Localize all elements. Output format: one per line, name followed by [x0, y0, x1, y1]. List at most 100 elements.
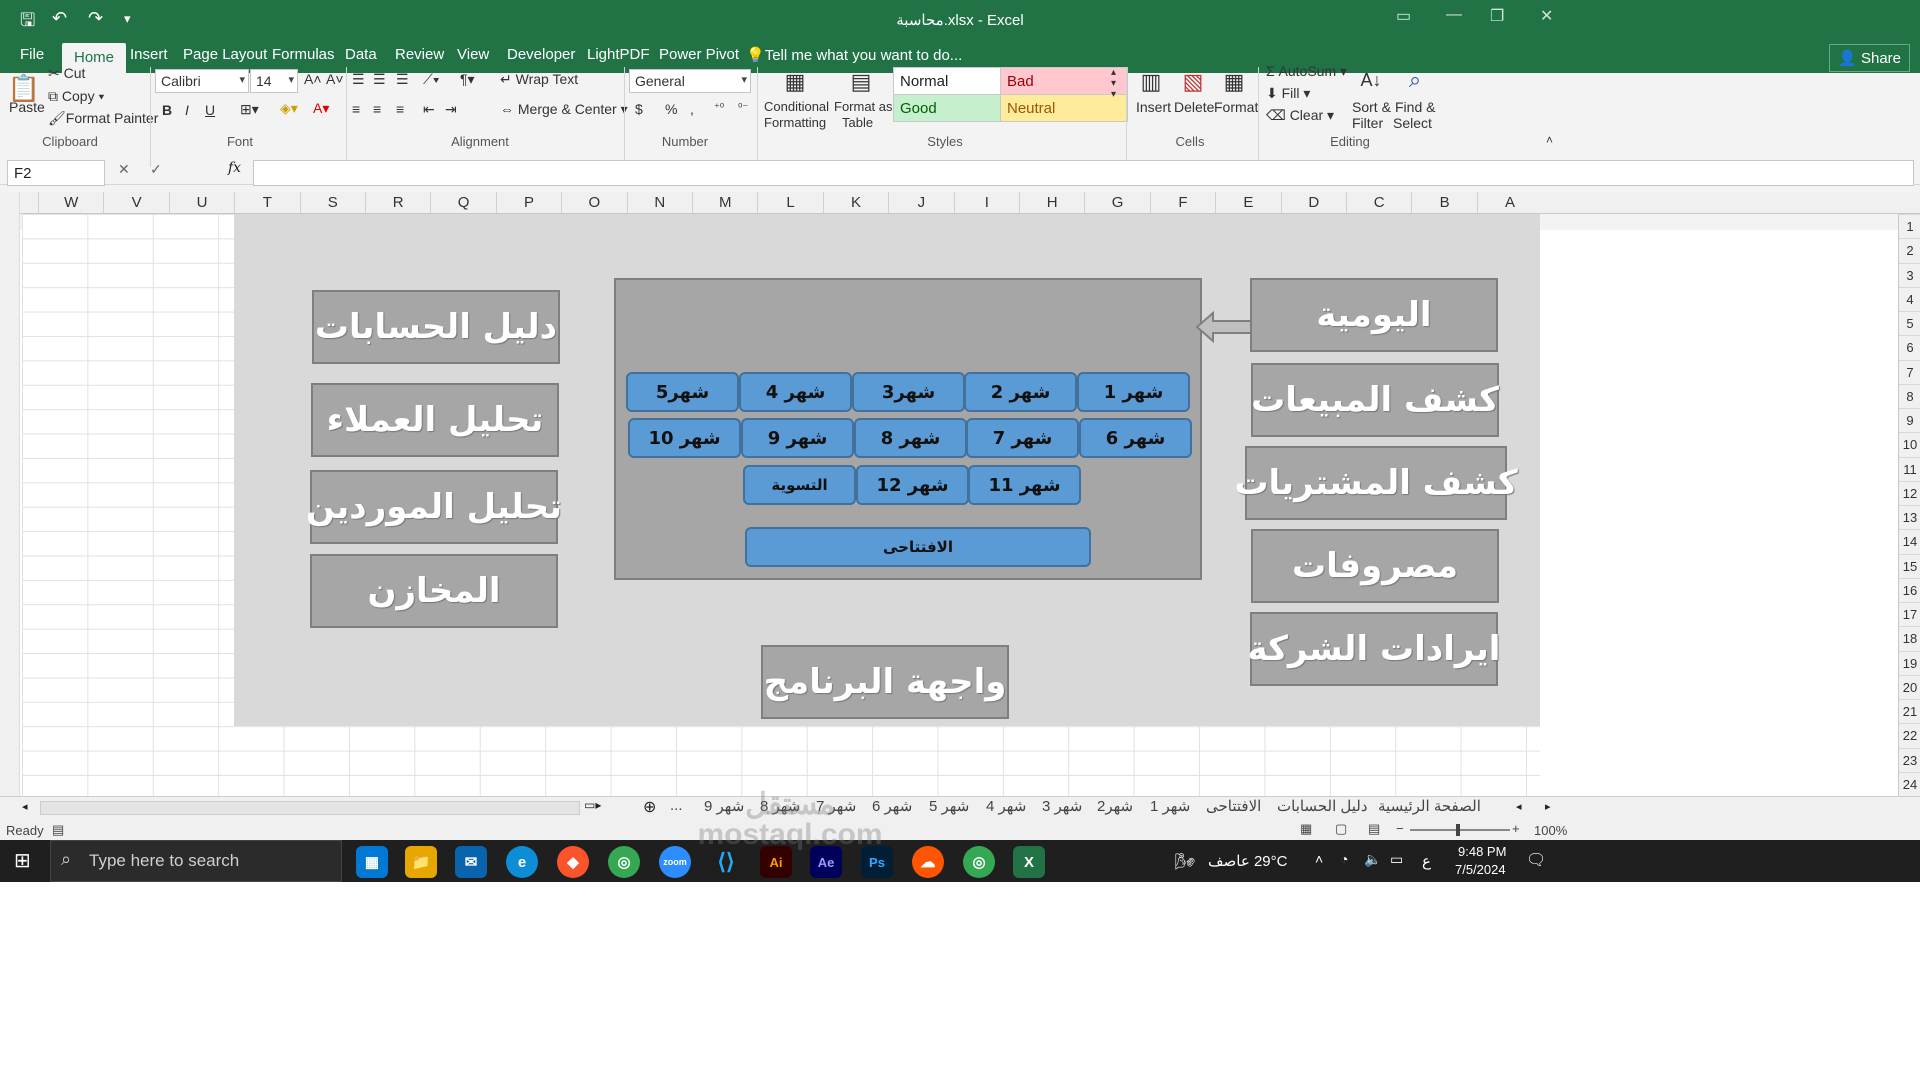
customers-analysis-button[interactable]: تحليل العملاء: [311, 383, 559, 457]
month-2-button[interactable]: شهر 2: [964, 372, 1077, 412]
clear-button[interactable]: ⌫ Clear ▾: [1266, 107, 1334, 124]
row-header[interactable]: 9: [1899, 408, 1920, 432]
minimize-icon[interactable]: —: [1446, 6, 1462, 24]
tab-formulas[interactable]: Formulas: [272, 46, 335, 63]
column-header[interactable]: J: [888, 192, 953, 214]
column-header[interactable]: E: [1215, 192, 1280, 214]
copy-button[interactable]: ⧉ Copy ▾: [48, 88, 104, 105]
format-painter-button[interactable]: 🖌Format Painter: [48, 110, 158, 127]
conditional-formatting-icon[interactable]: ▦: [780, 67, 810, 97]
column-header[interactable]: I: [953, 192, 1019, 214]
insert-cells-icon[interactable]: ▥: [1136, 67, 1166, 97]
currency-button[interactable]: $: [635, 101, 643, 117]
excel-icon[interactable]: X: [1013, 846, 1045, 878]
row-header[interactable]: 12: [1899, 480, 1920, 505]
row-header[interactable]: 4: [1899, 286, 1920, 311]
font-size-select[interactable]: 14: [250, 69, 298, 93]
battery-icon[interactable]: ▭: [1390, 851, 1403, 868]
find-select-icon[interactable]: ⌕: [1400, 65, 1430, 95]
column-header[interactable]: L: [757, 192, 822, 214]
sheet-tab-more[interactable]: ...: [670, 797, 683, 814]
font-name-select[interactable]: Calibri: [155, 69, 249, 93]
soundcloud-icon[interactable]: ☁: [912, 846, 944, 878]
align-middle-icon[interactable]: ☰: [373, 71, 386, 88]
row-header[interactable]: 15: [1899, 553, 1920, 578]
company-revenues-button[interactable]: ايرادات الشركة: [1248, 612, 1500, 686]
text-direction-icon[interactable]: ¶▾: [460, 71, 475, 88]
tab-page-layout[interactable]: Page Layout: [183, 46, 267, 63]
close-icon[interactable]: ✕: [1540, 6, 1553, 26]
macro-record-icon[interactable]: ▤: [52, 822, 64, 838]
column-header[interactable]: V: [103, 192, 168, 214]
column-header[interactable]: G: [1084, 192, 1149, 214]
normal-view-icon[interactable]: ▦: [1300, 821, 1312, 837]
tab-insert[interactable]: Insert: [130, 46, 168, 63]
row-header[interactable]: 10: [1899, 432, 1920, 456]
journal-button[interactable]: اليومية: [1250, 278, 1498, 352]
row-header[interactable]: 22: [1899, 723, 1920, 747]
page-break-view-icon[interactable]: ▤: [1368, 821, 1380, 837]
cancel-icon[interactable]: ✕: [118, 161, 130, 178]
style-neutral[interactable]: Neutral: [1000, 94, 1128, 122]
sort-filter-icon[interactable]: A↓: [1356, 65, 1386, 95]
row-header[interactable]: 18: [1899, 626, 1920, 650]
column-header[interactable]: M: [692, 192, 757, 214]
tab-lightpdf[interactable]: LightPDF: [587, 46, 650, 63]
column-header[interactable]: P: [495, 192, 561, 214]
fill-button[interactable]: ⬇ Fill ▾: [1266, 85, 1310, 102]
row-header[interactable]: 24: [1899, 771, 1920, 796]
borders-icon[interactable]: ⊞▾: [240, 101, 259, 118]
row-header[interactable]: 11: [1899, 456, 1920, 481]
windows-start-icon[interactable]: ⊞: [14, 848, 31, 873]
row-header[interactable]: 1: [1899, 214, 1920, 238]
increase-indent-icon[interactable]: ⇥: [445, 101, 457, 118]
underline-button[interactable]: U: [205, 102, 215, 118]
tab-developer[interactable]: Developer: [507, 46, 575, 63]
find-select-button[interactable]: Find &: [1395, 99, 1435, 115]
month-8-button[interactable]: شهر 8: [854, 418, 967, 458]
sheet-tab-month-1[interactable]: شهر 1: [1150, 797, 1190, 815]
suppliers-analysis-button[interactable]: تحليل الموردين: [306, 470, 562, 544]
settlement-button[interactable]: التسوية: [743, 465, 856, 505]
tab-data[interactable]: Data: [345, 46, 377, 63]
zoom-slider-thumb[interactable]: [1456, 824, 1460, 836]
column-header[interactable]: K: [822, 192, 888, 214]
month-6-button[interactable]: شهر 6: [1079, 418, 1192, 458]
autosum-button[interactable]: Σ AutoSum ▾: [1266, 63, 1347, 80]
month-1-button[interactable]: شهر 1: [1077, 372, 1190, 412]
row-header[interactable]: 19: [1899, 650, 1920, 675]
comma-button[interactable]: ,: [690, 101, 694, 117]
font-color-icon[interactable]: A▾: [313, 100, 329, 117]
month-11-button[interactable]: شهر 11: [968, 465, 1081, 505]
enter-icon[interactable]: ✓: [150, 161, 162, 178]
collapse-ribbon-icon[interactable]: ˄: [1546, 133, 1553, 147]
column-header[interactable]: F: [1149, 192, 1215, 214]
number-format-select[interactable]: General: [629, 69, 751, 93]
zoom-in-icon[interactable]: +: [1512, 821, 1520, 836]
column-header[interactable]: O: [561, 192, 626, 214]
scroll-left-icon[interactable]: ◂: [22, 800, 28, 813]
edge-icon[interactable]: e: [506, 846, 538, 878]
weather-icon[interactable]: 🌬: [1175, 852, 1195, 872]
row-header[interactable]: 3: [1899, 262, 1920, 287]
decrease-decimal-icon[interactable]: ⁰⁻: [738, 101, 748, 114]
month-4-button[interactable]: شهر 4: [739, 372, 852, 412]
tab-file[interactable]: File: [20, 46, 44, 63]
row-header[interactable]: 17: [1899, 602, 1920, 626]
column-header[interactable]: Q: [430, 192, 495, 214]
column-header[interactable]: B: [1411, 192, 1476, 214]
column-header[interactable]: S: [299, 192, 365, 214]
month-10-button[interactable]: شهر 10: [628, 418, 741, 458]
insert-cells-button[interactable]: Insert: [1136, 99, 1171, 115]
insert-function-button[interactable]: fx: [228, 160, 241, 176]
zoom-app-icon[interactable]: zoom: [659, 846, 691, 878]
maximize-icon[interactable]: ❐: [1490, 6, 1504, 26]
name-box[interactable]: F2: [7, 160, 105, 186]
cut-button[interactable]: ✂ Cut: [48, 65, 85, 82]
column-header[interactable]: N: [626, 192, 692, 214]
chrome-profile-icon[interactable]: ◎: [963, 846, 995, 878]
column-header[interactable]: C: [1346, 192, 1411, 214]
notifications-icon[interactable]: 🗨: [1526, 850, 1546, 870]
formula-input[interactable]: [253, 160, 1914, 186]
zoom-out-icon[interactable]: −: [1396, 821, 1404, 836]
